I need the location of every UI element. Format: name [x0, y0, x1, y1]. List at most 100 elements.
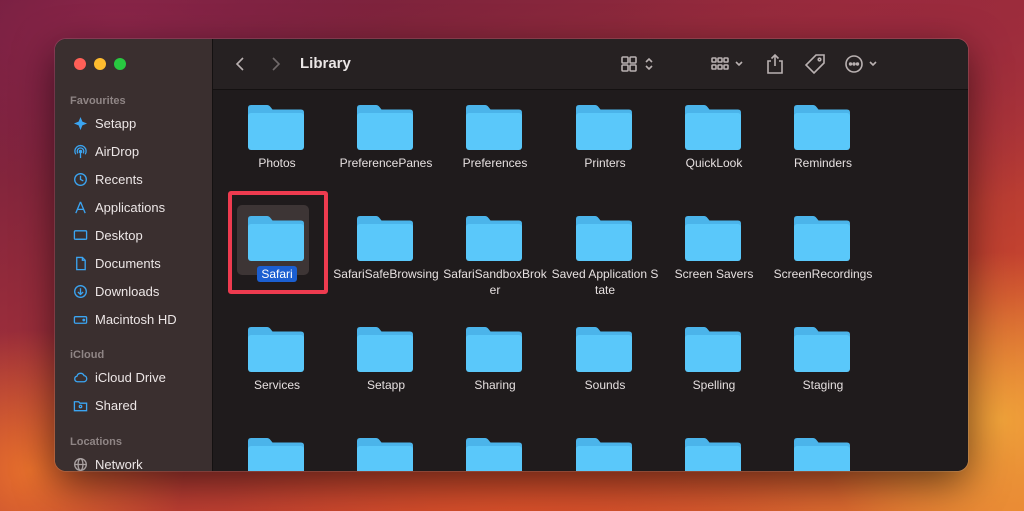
- folder-icon: [466, 216, 522, 261]
- sidebar-item-label: Shared: [95, 397, 137, 413]
- folder-item[interactable]: Saved Application State: [550, 201, 660, 301]
- tag-icon: [804, 54, 825, 75]
- folder-icon: [466, 327, 522, 372]
- folder-item[interactable]: Reminders: [768, 90, 878, 190]
- forward-button[interactable]: [265, 53, 287, 75]
- folder-item[interactable]: [768, 423, 878, 471]
- sidebar-section-favourites: Favourites: [70, 95, 126, 107]
- folder-label: Reminders: [768, 155, 878, 171]
- folder-icon: [794, 105, 850, 150]
- toolbar: Library: [213, 39, 968, 90]
- folder-name: Staging: [802, 378, 844, 392]
- folder-icon: [685, 327, 741, 372]
- sidebar-item-setapp[interactable]: Setapp: [70, 112, 136, 134]
- folder-label: Screen Savers: [659, 266, 769, 282]
- folder-item[interactable]: SafariSandboxBroker: [440, 201, 550, 301]
- group-button[interactable]: [709, 53, 749, 75]
- folder-item[interactable]: Setapp: [331, 312, 441, 412]
- folder-icon: [576, 216, 632, 261]
- folder-name: Saved Application State: [551, 267, 659, 297]
- sidebar-item-label: Macintosh HD: [95, 311, 177, 327]
- sidebar-item-recents[interactable]: Recents: [70, 168, 143, 190]
- sidebar-item-label: Setapp: [95, 115, 137, 131]
- folder-label: SafariSandboxBroker: [440, 266, 550, 298]
- folder-icon: [685, 438, 741, 471]
- sidebar-item-label: Downloads: [95, 283, 160, 299]
- window-title: Library: [300, 55, 351, 72]
- harddrive-icon: [70, 312, 90, 327]
- folder-item[interactable]: ScreenRecordings: [768, 201, 878, 301]
- sidebar-item-network[interactable]: Network: [70, 453, 143, 471]
- folder-item[interactable]: [440, 423, 550, 471]
- folder-item[interactable]: Sounds: [550, 312, 660, 412]
- folder-item[interactable]: Printers: [550, 90, 660, 190]
- folder-item[interactable]: Sharing: [440, 312, 550, 412]
- folder-icon: [576, 105, 632, 150]
- folder-item[interactable]: Photos: [222, 90, 332, 190]
- folder-item[interactable]: Preferences: [440, 90, 550, 190]
- tag-button[interactable]: [803, 52, 827, 76]
- folder-item[interactable]: Spelling: [659, 312, 769, 412]
- folder-item[interactable]: Staging: [768, 312, 878, 412]
- folder-icon: [357, 105, 413, 150]
- grid-view-icon: [621, 56, 653, 72]
- close-button[interactable]: [74, 58, 86, 70]
- folder-item[interactable]: [331, 423, 441, 471]
- sidebar-item-label: iCloud Drive: [95, 369, 166, 385]
- back-button[interactable]: [229, 53, 251, 75]
- sidebar-item-downloads[interactable]: Downloads: [70, 280, 159, 302]
- view-mode-button[interactable]: [619, 53, 659, 75]
- zoom-button[interactable]: [114, 58, 126, 70]
- sidebar-section-icloud: iCloud: [70, 349, 105, 361]
- folder-label: Services: [222, 377, 332, 393]
- minimize-button[interactable]: [94, 58, 106, 70]
- folder-item[interactable]: SafariSafeBrowsing: [331, 201, 441, 301]
- folder-icon: [576, 438, 632, 471]
- folder-label: SafariSafeBrowsing: [331, 266, 441, 282]
- folder-icon: [248, 327, 304, 372]
- sidebar-item-shared[interactable]: Shared: [70, 394, 137, 416]
- sidebar-item-macintosh-hd[interactable]: Macintosh HD: [70, 308, 177, 330]
- folder-label: Sounds: [550, 377, 660, 393]
- folder-name: Spelling: [692, 378, 736, 392]
- folder-icon: [248, 438, 304, 471]
- folder-name: Setapp: [366, 378, 406, 392]
- folder-icon: [576, 327, 632, 372]
- folder-item[interactable]: Screen Savers: [659, 201, 769, 301]
- action-button[interactable]: [843, 53, 885, 75]
- folder-item[interactable]: [222, 423, 332, 471]
- sidebar-item-label: Network: [95, 456, 143, 472]
- sidebar-item-desktop[interactable]: Desktop: [70, 224, 143, 246]
- folder-item[interactable]: Services: [222, 312, 332, 412]
- folder-icon: [466, 105, 522, 150]
- sidebar-item-applications[interactable]: Applications: [70, 196, 165, 218]
- sidebar-item-label: Applications: [95, 199, 166, 215]
- folder-item[interactable]: [550, 423, 660, 471]
- sidebar-item-icloud-drive[interactable]: iCloud Drive: [70, 366, 166, 388]
- folder-label: Photos: [222, 155, 332, 171]
- sidebar-item-documents[interactable]: Documents: [70, 252, 161, 274]
- sidebar-item-label: Documents: [95, 255, 161, 271]
- cloud-icon: [70, 370, 90, 385]
- folder-icon: [357, 216, 413, 261]
- chevron-right-icon: [272, 57, 281, 71]
- folder-icon: [794, 438, 850, 471]
- folder-name: Services: [253, 378, 300, 392]
- folder-name: SafariSandboxBroker: [443, 267, 547, 297]
- folder-name: PreferencePanes: [339, 156, 433, 170]
- folder-item[interactable]: QuickLook: [659, 90, 769, 190]
- folder-icon: [794, 216, 850, 261]
- folder-name: SafariSafeBrowsing: [333, 267, 439, 281]
- document-icon: [70, 256, 90, 271]
- folder-icon: [357, 327, 413, 372]
- share-button[interactable]: [763, 51, 787, 77]
- folder-item[interactable]: [659, 423, 769, 471]
- shared-folder-icon: [70, 398, 90, 413]
- sidebar: Favourites Setapp AirDrop Recents Applic…: [55, 39, 213, 471]
- folder-label: PreferencePanes: [331, 155, 441, 171]
- folder-name: Sharing: [474, 378, 516, 392]
- traffic-lights: [74, 58, 126, 70]
- download-icon: [70, 284, 90, 299]
- sidebar-item-airdrop[interactable]: AirDrop: [70, 140, 139, 162]
- folder-item[interactable]: PreferencePanes: [331, 90, 441, 190]
